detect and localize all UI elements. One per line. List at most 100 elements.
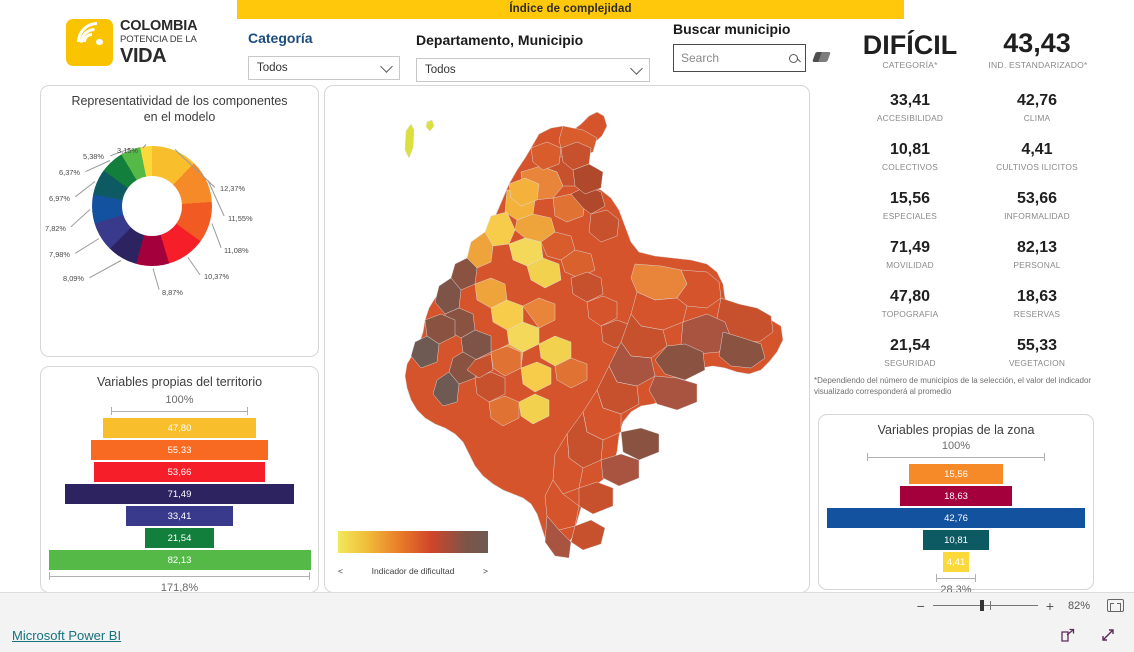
chevron-down-icon: [380, 59, 393, 73]
kpi-indice-value: 43,43: [1003, 28, 1071, 58]
donut-label: 5,38%: [83, 152, 104, 161]
funnel-row[interactable]: 47,80: [41, 418, 318, 438]
kpi-value-personal: 82,13: [1016, 239, 1058, 256]
funnel-bar-value: 82,13: [167, 554, 192, 566]
funnel-bar[interactable]: 71,49: [65, 484, 294, 504]
kpi-label-seguridad: SEGURIDAD: [884, 358, 936, 368]
legend-arrow-left-icon: <: [338, 566, 343, 576]
funnel-row[interactable]: 15,56: [819, 464, 1093, 484]
kpi-value-informalidad: 53,66: [1016, 190, 1058, 207]
funnel-bar-value: 53,66: [167, 466, 192, 478]
donut-label: 3,15%: [117, 146, 138, 155]
zoom-slider-thumb[interactable]: [979, 600, 984, 611]
donut-label: 7,98%: [49, 250, 70, 259]
kpi-value-vegetacion: 55,33: [1016, 337, 1058, 354]
search-input[interactable]: Search: [673, 44, 806, 72]
territorio-top-pct: 100%: [165, 394, 194, 406]
donut-label: 11,55%: [228, 214, 253, 223]
donut-label: 6,37%: [59, 168, 80, 177]
kpi-value-reservas: 18,63: [1016, 288, 1058, 305]
funnel-row[interactable]: 10,81: [819, 530, 1093, 550]
fit-to-page-icon[interactable]: [1107, 599, 1124, 612]
donut-label: 10,37%: [204, 272, 230, 281]
kpi-indice-label: IND. ESTANDARIZADO*: [988, 60, 1088, 70]
donut-leader-line: [211, 223, 222, 248]
funnel-row[interactable]: 33,41: [41, 506, 318, 526]
logo-line-2: POTENCIA DE LA: [120, 33, 197, 45]
funnel-bar[interactable]: 21,54: [145, 528, 214, 548]
zoom-in-button[interactable]: +: [1046, 598, 1054, 614]
legend-arrow-right-icon: >: [483, 566, 488, 576]
funnel-row[interactable]: 71,49: [41, 484, 318, 504]
categoria-label: Categoría: [248, 30, 313, 46]
donut-label: 6,97%: [49, 194, 70, 203]
funnel-bar[interactable]: 4,41: [942, 552, 970, 572]
zoom-slider-tick: [989, 601, 991, 610]
funnel-bar-value: 55,33: [167, 444, 192, 456]
kpi-value-especiales: 15,56: [889, 190, 931, 207]
clear-filters-eraser-icon[interactable]: [812, 52, 831, 62]
map-legend-gradient: [338, 531, 488, 553]
funnel-row[interactable]: 21,54: [41, 528, 318, 548]
funnel-row[interactable]: 42,76: [819, 508, 1093, 528]
kpi-label-accesibilidad: ACCESIBILIDAD: [876, 113, 944, 123]
funnel-bar[interactable]: 33,41: [126, 506, 233, 526]
funnel-row[interactable]: 53,66: [41, 462, 318, 482]
donut-card-title: Representatividad de los componentes en …: [71, 94, 288, 124]
zona-bottom-bracket: [936, 574, 976, 582]
funnel-row[interactable]: 4,41: [819, 552, 1093, 572]
funnel-row[interactable]: 82,13: [41, 550, 318, 570]
funnel-bar[interactable]: 15,56: [909, 464, 1003, 484]
funnel-bar[interactable]: 53,66: [93, 462, 266, 482]
donut-hole: [122, 176, 182, 236]
funnel-bar-value: 71,49: [167, 488, 192, 500]
categoria-slicer[interactable]: Todos: [248, 56, 400, 80]
categoria-slicer-value: Todos: [257, 62, 288, 74]
share-icon[interactable]: [1060, 627, 1076, 643]
funnel-row[interactable]: 55,33: [41, 440, 318, 460]
map-visual[interactable]: [324, 85, 810, 593]
zona-bars[interactable]: 15,56 18,63 42,76 10,81 4,41: [819, 464, 1093, 572]
zoom-out-button[interactable]: −: [917, 598, 925, 614]
zona-top-pct: 100%: [941, 440, 971, 452]
colombia-choropleth-map[interactable]: [325, 86, 809, 592]
funnel-bar[interactable]: 55,33: [91, 440, 268, 460]
funnel-bar[interactable]: 18,63: [899, 486, 1013, 506]
donut-label: 11,08%: [224, 246, 249, 255]
kpi-label-topografia: TOPOGRAFIA: [881, 309, 939, 319]
kpi-label-colectivos: COLECTIVOS: [882, 162, 938, 172]
logo-line-3: VIDA: [120, 44, 167, 67]
kpi-label-especiales: ESPECIALES: [882, 211, 938, 221]
funnel-bar-value: 18,63: [944, 490, 968, 502]
buscar-municipio-label: Buscar municipio: [673, 21, 791, 37]
funnel-bar[interactable]: 10,81: [923, 530, 989, 550]
donut-card: Representatividad de los componentes en …: [40, 85, 319, 357]
funnel-bar[interactable]: 42,76: [827, 508, 1085, 528]
zoom-slider[interactable]: [932, 600, 1038, 611]
report-banner-title: Índice de complejidad: [237, 0, 904, 19]
report-footer: Microsoft Power BI: [0, 618, 1134, 652]
logo-line-1: COLOMBIA: [120, 17, 198, 34]
funnel-row[interactable]: 18,63: [819, 486, 1093, 506]
funnel-bar-value: 10,81: [944, 534, 968, 546]
zona-card: Variables propias de la zona 100% 15,56 1…: [818, 414, 1094, 596]
donut-leader-line: [70, 209, 91, 228]
funnel-bar-value: 21,54: [167, 532, 192, 544]
funnel-bar-value: 33,41: [167, 510, 192, 522]
powerbi-report: Índice de complejidad COLOMBIA POTENCIA …: [0, 0, 1134, 652]
kpi-value-seguridad: 21,54: [889, 337, 931, 354]
funnel-bar-value: 47,80: [167, 422, 192, 434]
funnel-bar[interactable]: 82,13: [48, 550, 311, 570]
funnel-bar-value: 42,76: [944, 512, 968, 524]
fullscreen-icon[interactable]: [1100, 627, 1116, 643]
funnel-bar-value: 15,56: [944, 468, 968, 480]
zoom-toolbar: − + 82%: [0, 592, 1134, 618]
kpi-label-reservas: RESERVAS: [1013, 309, 1061, 319]
territorio-bars[interactable]: 47,80 55,33 53,66 71,49 33,41 21,54 82,13: [41, 418, 318, 570]
departamento-municipio-slicer[interactable]: Todos: [416, 58, 650, 82]
kpi-value-clima: 42,76: [1016, 92, 1058, 109]
kpi-label-vegetacion: VEGETACION: [1008, 358, 1066, 368]
funnel-bar[interactable]: 47,80: [103, 418, 256, 438]
donut-chart[interactable]: [92, 146, 212, 266]
powerbi-link[interactable]: Microsoft Power BI: [12, 628, 121, 643]
